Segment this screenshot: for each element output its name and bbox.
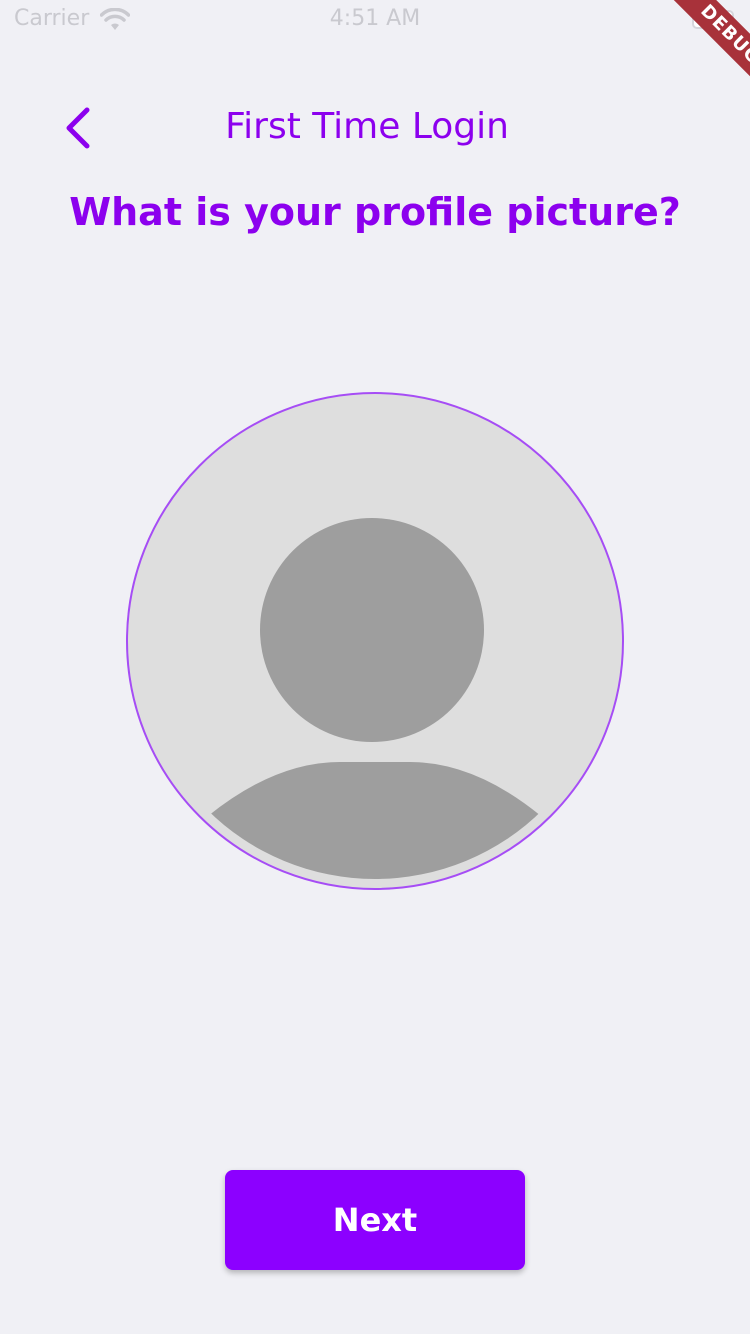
profile-picture-picker[interactable] bbox=[125, 391, 625, 891]
next-button[interactable]: Next bbox=[225, 1170, 525, 1270]
person-placeholder-icon bbox=[126, 392, 624, 890]
status-time: 4:51 AM bbox=[329, 6, 421, 31]
status-bar: Carrier 4:51 AM bbox=[0, 0, 750, 40]
page-title: First Time Login bbox=[225, 106, 509, 147]
question-heading: What is your profile picture? bbox=[69, 190, 681, 234]
